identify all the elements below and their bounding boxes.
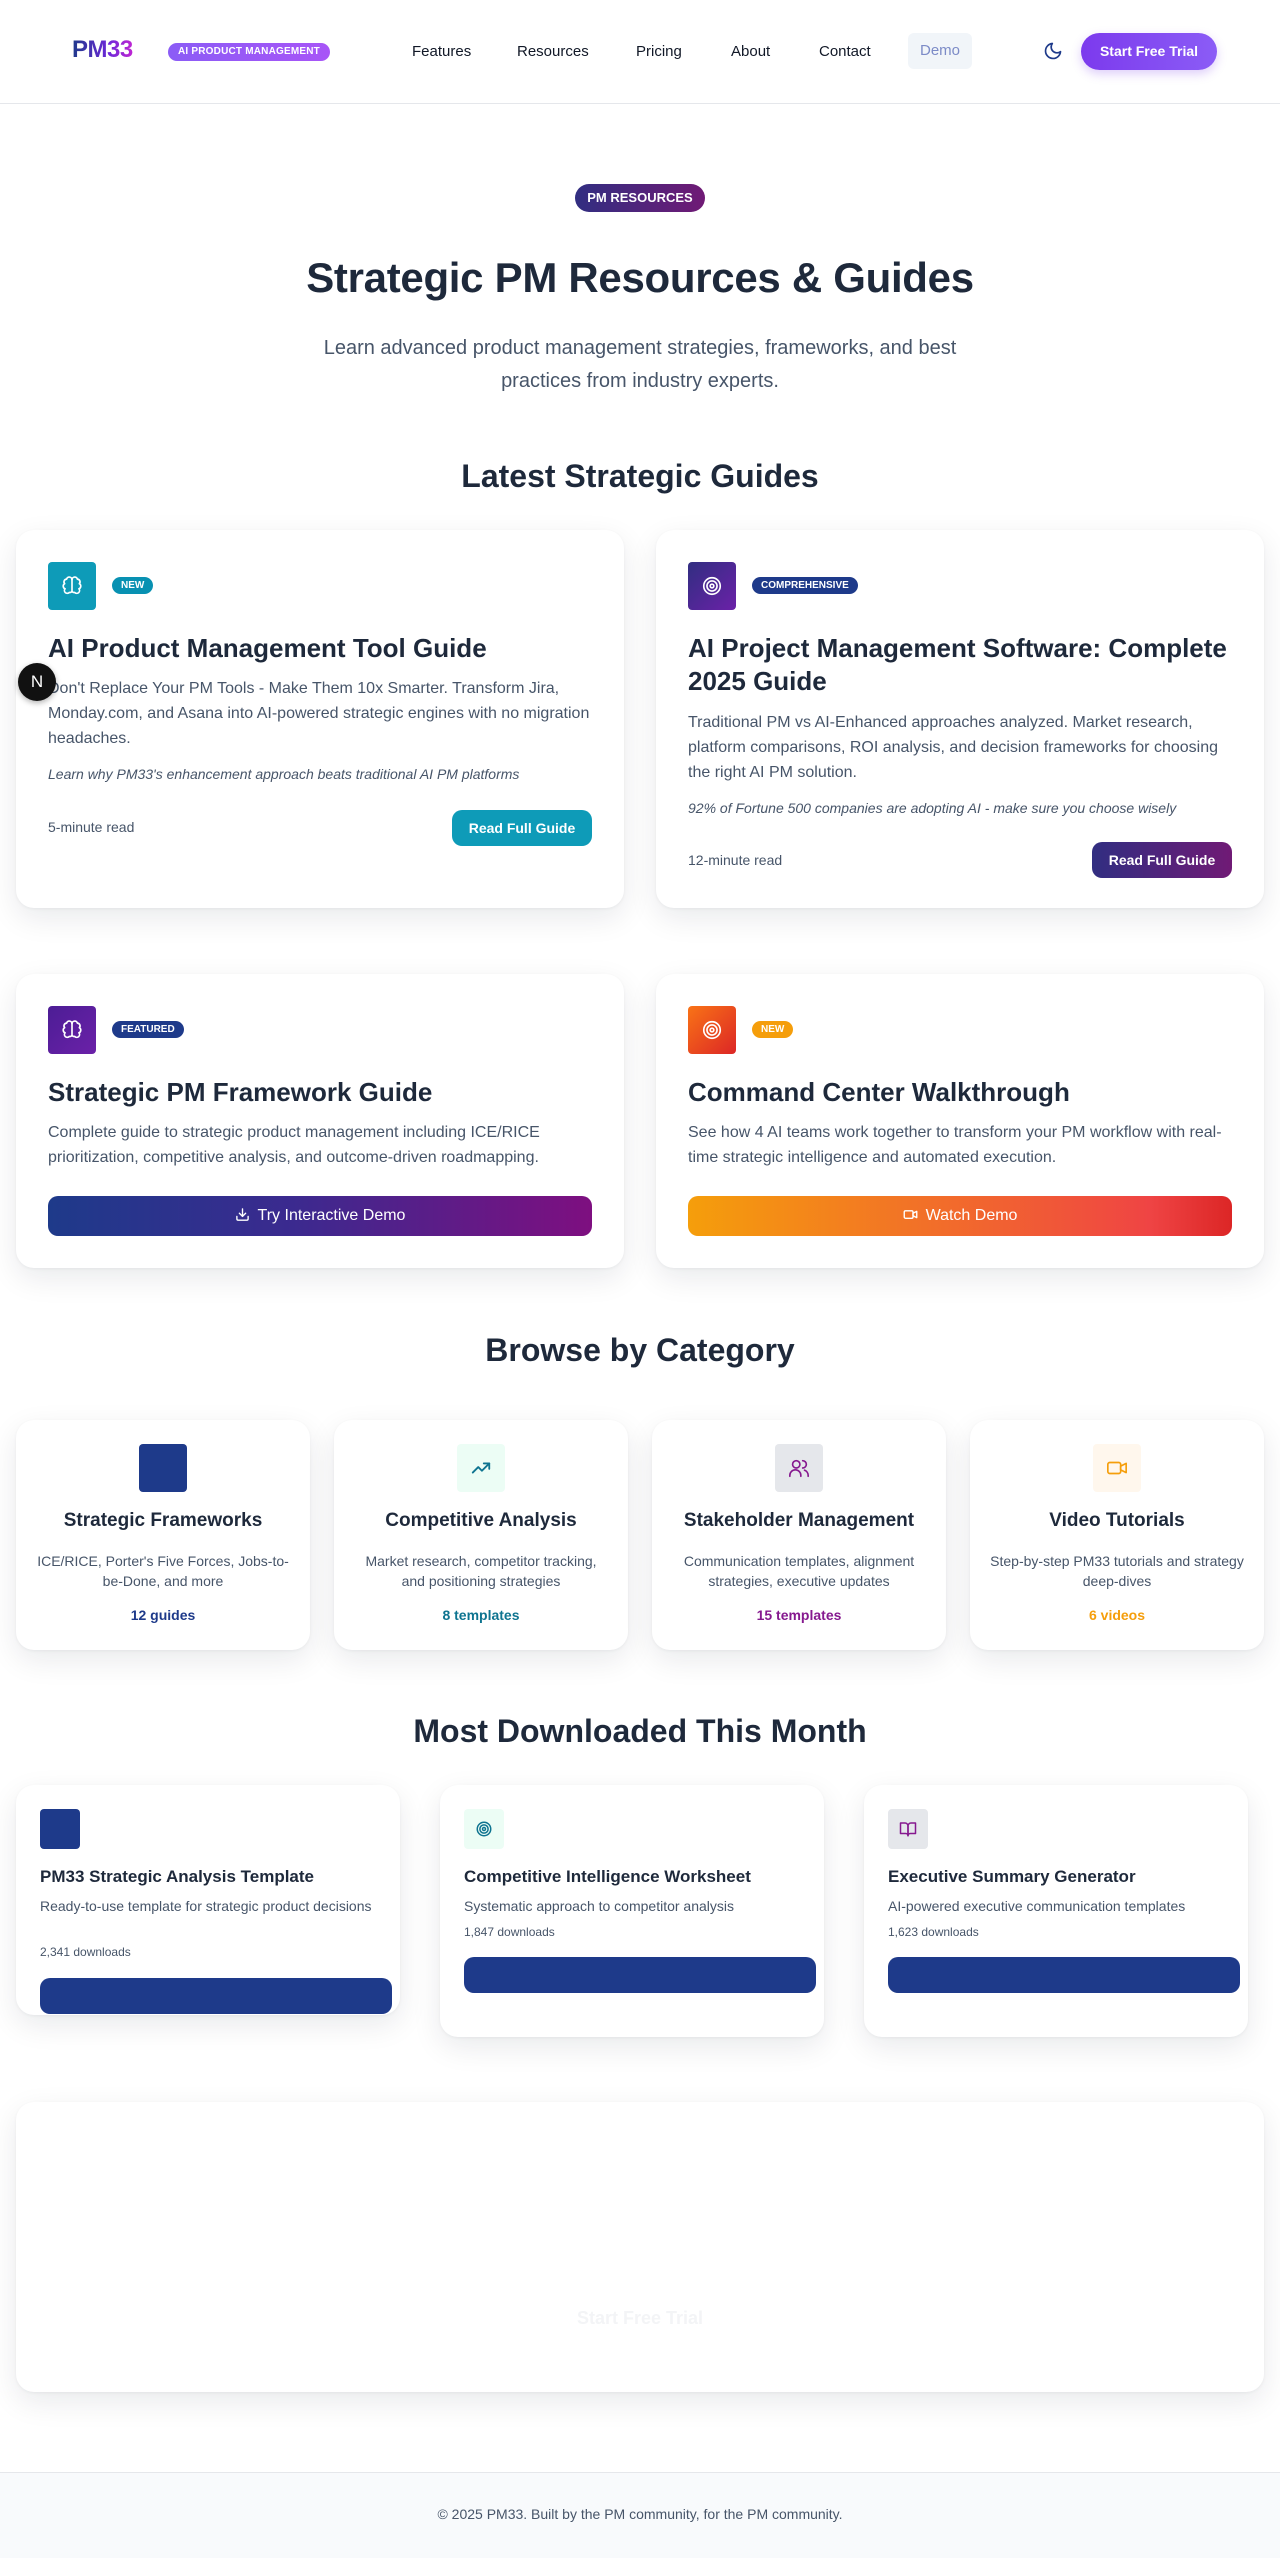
guide-card: NEW Command Center Walkthrough See how 4…: [656, 974, 1264, 1268]
guide-title: AI Product Management Tool Guide: [48, 633, 487, 663]
moon-icon[interactable]: [1043, 41, 1063, 61]
download-description: Ready-to-use template for strategic prod…: [40, 1898, 372, 1914]
guide-description: See how 4 AI teams work together to tran…: [688, 1124, 1222, 1166]
logo[interactable]: PM33: [72, 36, 133, 64]
video-icon: [903, 1210, 917, 1219]
nav-link-demo[interactable]: Demo: [908, 33, 972, 69]
guides-heading: Latest Strategic Guides: [461, 458, 819, 494]
category-card-strategic-frameworks[interactable]: Strategic Frameworks ICE/RICE, Porter's …: [16, 1420, 310, 1650]
download-count: 2,341 downloads: [40, 1945, 131, 1959]
watch-demo-button[interactable]: Watch Demo: [688, 1196, 1232, 1236]
logo-badge: AI PRODUCT MANAGEMENT: [168, 43, 330, 61]
footer-text: © 2025 PM33. Built by the PM community, …: [437, 2506, 843, 2522]
guide-note: Learn why PM33's enhancement approach be…: [48, 766, 520, 782]
button-label: Watch Demo: [925, 1207, 1018, 1224]
category-description: Market research, competitor tracking, an…: [365, 1553, 597, 1589]
brain-icon: [48, 1006, 96, 1054]
download-card: Executive Summary Generator AI-powered e…: [864, 1785, 1248, 2037]
read-full-guide-button[interactable]: Read Full Guide: [452, 810, 592, 846]
category-description: Step-by-step PM33 tutorials and strategy…: [990, 1553, 1244, 1589]
users-icon: [775, 1444, 823, 1492]
page-subtitle: Learn advanced product management strate…: [323, 337, 957, 392]
guide-read-time: 12-minute read: [688, 852, 783, 868]
cta-section: Start Free Trial: [16, 2102, 1264, 2392]
guide-description: Don't Replace Your PM Tools - Make Them …: [48, 680, 590, 747]
download-title: Executive Summary Generator: [888, 1867, 1136, 1886]
category-card-video-tutorials[interactable]: Video Tutorials Step-by-step PM33 tutori…: [970, 1420, 1264, 1650]
guide-card: COMPREHENSIVE AI Project Management Soft…: [656, 530, 1264, 908]
download-description: Systematic approach to competitor analys…: [464, 1898, 735, 1914]
category-description: ICE/RICE, Porter's Five Forces, Jobs-to-…: [37, 1553, 289, 1589]
guide-title: Strategic PM Framework Guide: [48, 1077, 433, 1107]
guide-read-time: 5-minute read: [48, 819, 135, 835]
nav-link-contact[interactable]: Contact: [819, 43, 871, 61]
nav-link-pricing[interactable]: Pricing: [636, 43, 682, 61]
read-full-guide-button[interactable]: Read Full Guide: [1092, 842, 1232, 878]
trending-up-icon: [457, 1444, 505, 1492]
top-nav: PM33 AI PRODUCT MANAGEMENT Features Reso…: [0, 0, 1280, 104]
nav-link-features[interactable]: Features: [412, 43, 471, 61]
target-icon: [688, 1006, 736, 1054]
guide-note: 92% of Fortune 500 companies are adoptin…: [688, 800, 1177, 816]
page-title: Strategic PM Resources & Guides: [306, 254, 974, 301]
start-free-trial-button[interactable]: Start Free Trial: [1081, 33, 1217, 70]
guide-card: FEATURED Strategic PM Framework Guide Co…: [16, 974, 624, 1268]
download-button[interactable]: [464, 1957, 816, 1993]
nav-link-about[interactable]: About: [731, 43, 770, 61]
download-count: 1,847 downloads: [464, 1925, 555, 1939]
guide-badge: NEW: [752, 1021, 794, 1038]
guide-badge: COMPREHENSIVE: [752, 577, 858, 594]
target-icon: [688, 562, 736, 610]
category-count: 6 videos: [1088, 1607, 1146, 1623]
download-card: PM33 Strategic Analysis Template Ready-t…: [16, 1785, 400, 2015]
try-interactive-demo-button[interactable]: Try Interactive Demo: [48, 1196, 592, 1236]
cta-faded-button-label[interactable]: Start Free Trial: [16, 2308, 1264, 2329]
download-title: Competitive Intelligence Worksheet: [464, 1867, 751, 1886]
guide-title: AI Project Management Software: Complete…: [688, 633, 1227, 696]
guide-title: Command Center Walkthrough: [688, 1077, 1070, 1107]
category-card-competitive-analysis[interactable]: Competitive Analysis Market research, co…: [334, 1420, 628, 1650]
category-description: Communication templates, alignment strat…: [683, 1553, 915, 1589]
download-description: AI-powered executive communication templ…: [888, 1898, 1186, 1914]
category-count: 15 templates: [756, 1607, 842, 1623]
download-icon: [235, 1208, 249, 1221]
download-card: Competitive Intelligence Worksheet Syste…: [440, 1785, 824, 2037]
download-title: PM33 Strategic Analysis Template: [40, 1867, 314, 1886]
avatar[interactable]: N: [18, 663, 56, 701]
category-title: Strategic Frameworks: [63, 1510, 263, 1531]
brain-icon: [48, 562, 96, 610]
nav-link-resources[interactable]: Resources: [517, 43, 589, 61]
download-count: 1,623 downloads: [888, 1925, 979, 1939]
category-title: Competitive Analysis: [385, 1510, 577, 1531]
footer: © 2025 PM33. Built by the PM community, …: [0, 2472, 1280, 2558]
template-icon: [40, 1809, 80, 1849]
guide-badge: NEW: [112, 577, 154, 594]
category-card-stakeholder-management[interactable]: Stakeholder Management Communication tem…: [652, 1420, 946, 1650]
video-icon: [1093, 1444, 1141, 1492]
book-icon: [888, 1809, 928, 1849]
download-button[interactable]: [888, 1957, 1240, 1993]
frameworks-icon: [139, 1444, 187, 1492]
guide-description: Traditional PM vs AI-Enhanced approaches…: [688, 714, 1218, 781]
pm-resources-pill: PM RESOURCES: [575, 184, 705, 212]
guide-description: Complete guide to strategic product mana…: [48, 1124, 540, 1166]
download-button[interactable]: [40, 1978, 392, 2014]
category-title: Video Tutorials: [1049, 1510, 1185, 1531]
category-title: Stakeholder Management: [683, 1510, 915, 1531]
button-label: Try Interactive Demo: [257, 1207, 406, 1224]
category-count: 12 guides: [130, 1607, 196, 1623]
category-count: 8 templates: [442, 1607, 520, 1623]
target-icon: [464, 1809, 504, 1849]
categories-heading: Browse by Category: [485, 1332, 795, 1368]
downloads-heading: Most Downloaded This Month: [413, 1713, 867, 1749]
guide-card: NEW AI Product Management Tool Guide Don…: [16, 530, 624, 908]
guide-badge: FEATURED: [112, 1021, 184, 1038]
